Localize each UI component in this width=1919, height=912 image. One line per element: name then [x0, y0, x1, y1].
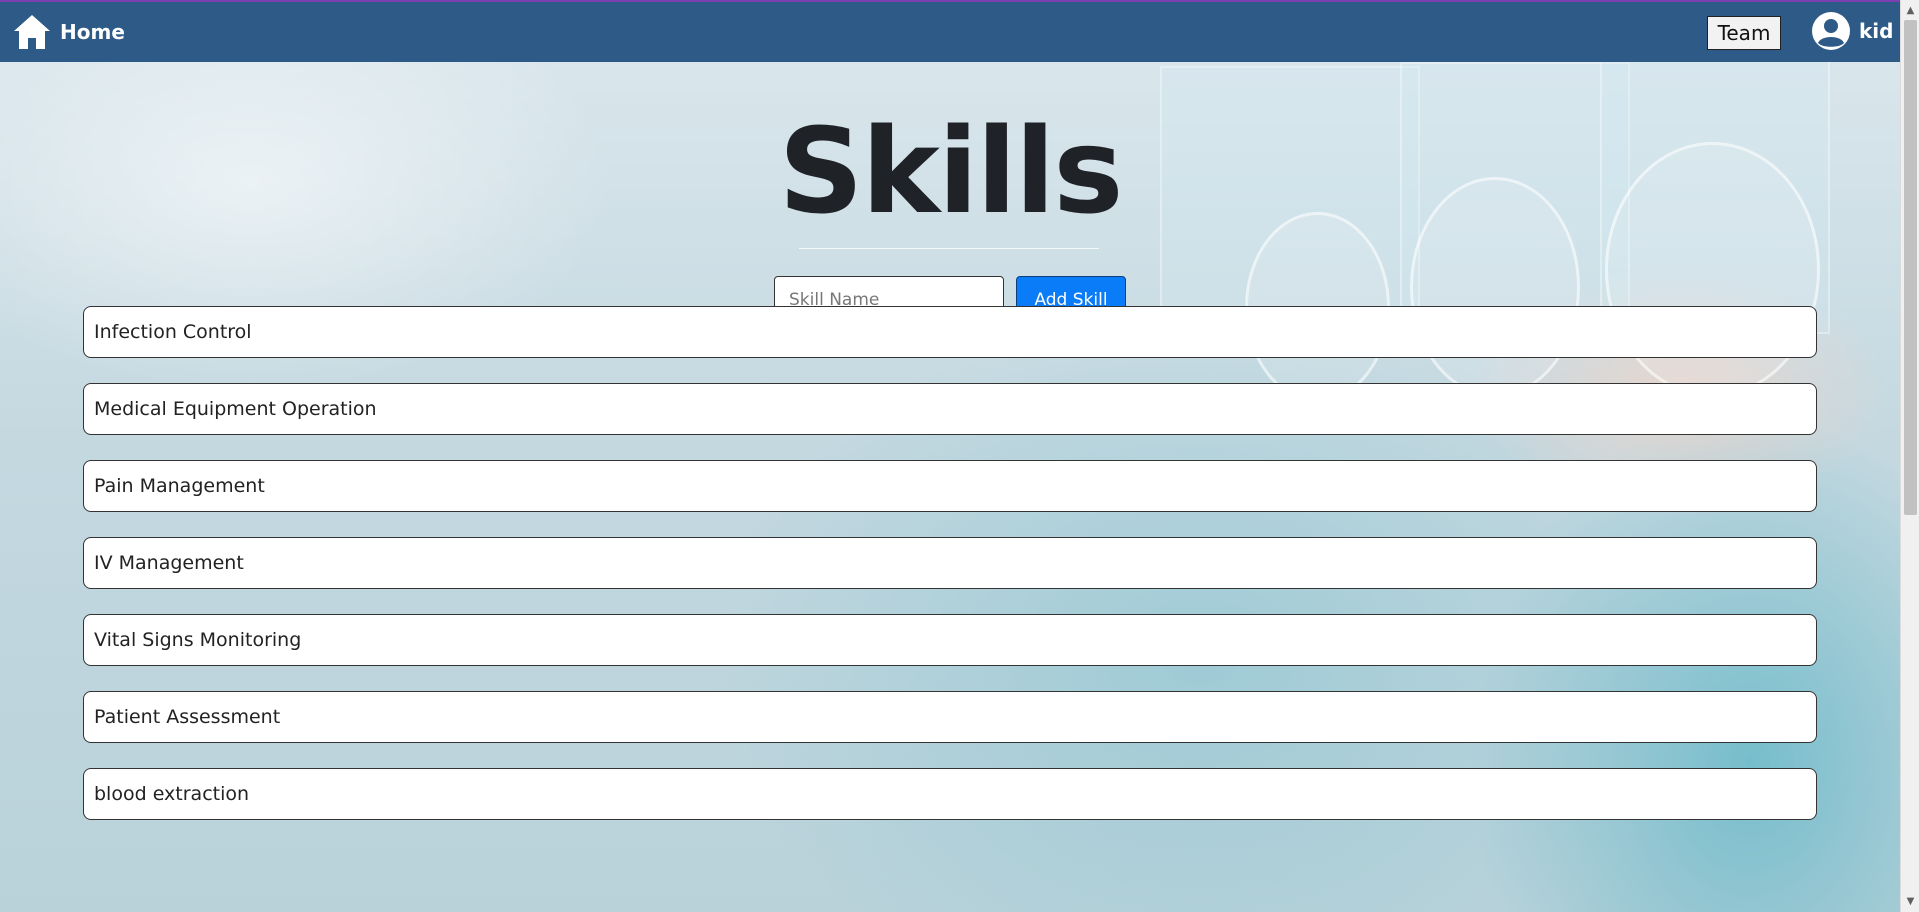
skill-item[interactable]: Medical Equipment Operation: [83, 383, 1817, 435]
team-button[interactable]: Team: [1707, 16, 1781, 50]
home-link[interactable]: Home: [12, 12, 125, 52]
user-circle-icon: [1812, 12, 1850, 50]
skill-item[interactable]: Pain Management: [83, 460, 1817, 512]
skill-item[interactable]: IV Management: [83, 537, 1817, 589]
page-scrollbar[interactable]: ▲ ▼: [1900, 0, 1919, 912]
home-label: Home: [60, 20, 125, 44]
home-icon: [14, 15, 50, 49]
navbar: Home Team kid: [0, 0, 1900, 62]
top-accent-bar: [0, 0, 1919, 2]
skill-item[interactable]: Patient Assessment: [83, 691, 1817, 743]
scrollbar-thumb[interactable]: [1904, 20, 1917, 515]
title-divider: [799, 248, 1099, 249]
page-title: Skills: [778, 102, 1123, 240]
scroll-up-arrow-icon[interactable]: ▲: [1901, 2, 1919, 19]
user-name: kid: [1859, 19, 1894, 43]
user-menu[interactable]: kid: [1811, 11, 1893, 51]
skill-item[interactable]: Infection Control: [83, 306, 1817, 358]
skill-item[interactable]: Vital Signs Monitoring: [83, 614, 1817, 666]
scroll-down-arrow-icon[interactable]: ▼: [1901, 893, 1919, 910]
skill-item[interactable]: blood extraction: [83, 768, 1817, 820]
